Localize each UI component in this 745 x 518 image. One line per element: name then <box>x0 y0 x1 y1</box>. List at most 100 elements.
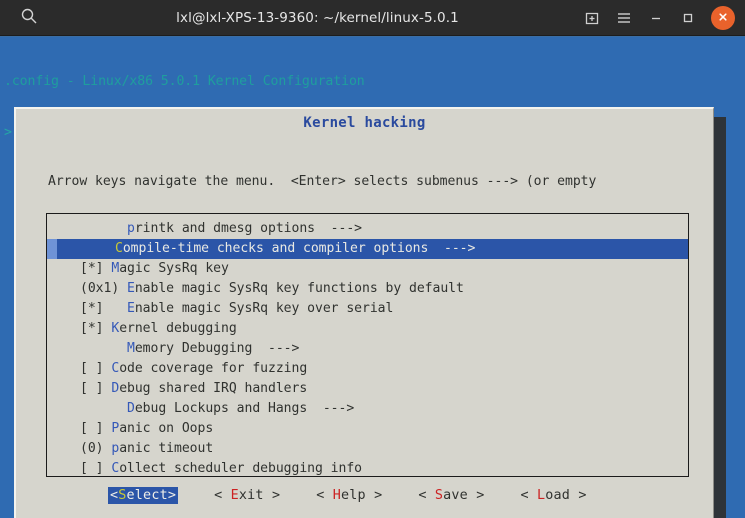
menu-item-label: agic SysRq key <box>119 261 229 276</box>
menu-item-label: ebug shared IRQ handlers <box>119 381 308 396</box>
button-label: oad <box>545 488 571 503</box>
menu-item[interactable]: [ ] Panic on Oops <box>47 419 688 439</box>
menu-item-label: ernel debugging <box>119 321 237 336</box>
button-label: elect <box>126 488 168 503</box>
save-button[interactable]: < Save > <box>418 488 484 503</box>
menu-item[interactable]: [ ] Collect scheduler debugging info <box>47 459 688 476</box>
menu-item-label: ode coverage for fuzzing <box>119 361 308 376</box>
button-bracket-close: > <box>365 488 383 503</box>
button-bracket-close: > <box>167 488 177 503</box>
maximize-button[interactable] <box>673 3 703 33</box>
menu-item-prefix <box>80 341 127 356</box>
menu-item-label: ompile-time checks and compiler options … <box>122 241 476 256</box>
menu-list: printk and dmesg options ---> Compile-ti… <box>47 214 688 476</box>
button-bracket-close: > <box>467 488 485 503</box>
menu-item-label: anic on Oops <box>119 421 214 436</box>
select-button[interactable]: <Select> <box>108 487 179 504</box>
menu-item-label: nable magic SysRq key over serial <box>134 301 394 316</box>
menu-item-prefix: [*] <box>80 301 127 316</box>
search-button[interactable] <box>0 7 58 29</box>
dialog-button-bar: <Select> < Exit > < Help > < Save > < Load > <box>16 487 716 504</box>
menu-button[interactable] <box>609 3 639 33</box>
close-button[interactable] <box>711 5 735 30</box>
menu-item-prefix <box>80 401 127 416</box>
menu-item-hotkey: E <box>127 301 135 316</box>
button-label: xit <box>238 488 264 503</box>
menu-item-label: rintk and dmesg options ---> <box>134 221 363 236</box>
help-button[interactable]: < Help > <box>316 488 382 503</box>
menu-item[interactable]: [*] Magic SysRq key <box>47 259 688 279</box>
menu-item-prefix: [ ] <box>80 361 112 376</box>
menu-item[interactable]: Debug Lockups and Hangs ---> <box>47 399 688 419</box>
exit-button[interactable]: < Exit > <box>214 488 280 503</box>
help-line: Arrow keys navigate the menu. <Enter> se… <box>48 173 597 189</box>
dialog-title: Kernel hacking <box>303 115 426 131</box>
new-tab-button[interactable] <box>577 3 607 33</box>
button-hotkey: E <box>230 488 239 503</box>
menu-item-prefix: [ ] <box>80 461 112 476</box>
menu-listbox[interactable]: printk and dmesg options ---> Compile-ti… <box>46 213 689 477</box>
menu-item-hotkey: C <box>111 461 120 476</box>
menu-item-hotkey: D <box>111 381 120 396</box>
menu-item-prefix: (0) <box>80 441 112 456</box>
menu-item-hotkey: E <box>127 281 135 296</box>
menu-item-label: anic timeout <box>119 441 214 456</box>
button-bracket-open: < <box>520 488 538 503</box>
menu-item[interactable]: [*] Kernel debugging <box>47 319 688 339</box>
button-bracket-open: < <box>316 488 333 503</box>
menu-item-label: ollect scheduler debugging info <box>119 461 363 476</box>
menu-item-hotkey: M <box>111 261 120 276</box>
menu-item-hotkey: p <box>111 441 120 456</box>
hamburger-menu-icon <box>616 10 632 26</box>
selection-cursor <box>47 239 57 259</box>
menu-item-prefix <box>68 241 115 256</box>
menu-item-hotkey: M <box>127 341 135 356</box>
button-hotkey: H <box>332 488 342 503</box>
window-titlebar: lxl@lxl-XPS-13-9360: ~/kernel/linux-5.0.… <box>0 0 745 36</box>
button-bracket-close: > <box>570 488 587 503</box>
button-label: elp <box>341 488 366 503</box>
load-button[interactable]: < Load > <box>520 488 586 503</box>
menu-item-label: ebug Lockups and Hangs ---> <box>134 401 355 416</box>
terminal-screen[interactable]: .config - Linux/x86 5.0.1 Kernel Configu… <box>0 37 745 518</box>
menu-item-hotkey: C <box>115 241 123 256</box>
close-icon <box>717 8 729 27</box>
search-icon <box>20 7 38 29</box>
menu-item[interactable]: [ ] Code coverage for fuzzing <box>47 359 688 379</box>
menu-item-hotkey: C <box>111 361 120 376</box>
menu-item-prefix: [*] <box>80 321 112 336</box>
kernel-hacking-dialog: Kernel hacking Arrow keys navigate the m… <box>14 107 714 518</box>
menu-item-hotkey: p <box>127 221 135 236</box>
menu-item-prefix <box>80 221 127 236</box>
window-title: lxl@lxl-XPS-13-9360: ~/kernel/linux-5.0.… <box>176 9 459 26</box>
menu-item[interactable]: (0) panic timeout <box>47 439 688 459</box>
menu-item-prefix: (0x1) <box>80 281 127 296</box>
menu-item-label: nable magic SysRq key functions by defau… <box>134 281 464 296</box>
button-bracket-open: < <box>418 488 435 503</box>
menu-item[interactable]: printk and dmesg options ---> <box>47 219 688 239</box>
menu-item[interactable]: [ ] Debug shared IRQ handlers <box>47 379 688 399</box>
minimize-button[interactable] <box>641 3 671 33</box>
menu-item-hotkey: K <box>111 321 120 336</box>
window-controls <box>577 3 745 33</box>
menu-item-label: emory Debugging ---> <box>134 341 300 356</box>
maximize-icon <box>681 11 695 25</box>
menu-item[interactable]: (0x1) Enable magic SysRq key functions b… <box>47 279 688 299</box>
dialog-footer <box>16 512 716 518</box>
button-hotkey: S <box>118 488 127 503</box>
new-tab-icon <box>584 10 600 26</box>
config-title-line: .config - Linux/x86 5.0.1 Kernel Configu… <box>4 74 365 89</box>
menu-item-prefix: [*] <box>80 261 112 276</box>
menu-item[interactable]: Compile-time checks and compiler options… <box>47 239 688 259</box>
menu-item-prefix: [ ] <box>80 421 112 436</box>
button-hotkey: S <box>434 488 444 503</box>
button-label: ave <box>443 488 468 503</box>
menu-item-prefix: [ ] <box>80 381 112 396</box>
menu-item-hotkey: D <box>127 401 135 416</box>
menu-item[interactable]: Memory Debugging ---> <box>47 339 688 359</box>
button-bracket-open: < <box>214 488 231 503</box>
menu-item-hotkey: P <box>111 421 120 436</box>
minimize-icon <box>649 11 663 25</box>
terminal-window: lxl@lxl-XPS-13-9360: ~/kernel/linux-5.0.… <box>0 0 745 518</box>
menu-item[interactable]: [*] Enable magic SysRq key over serial <box>47 299 688 319</box>
